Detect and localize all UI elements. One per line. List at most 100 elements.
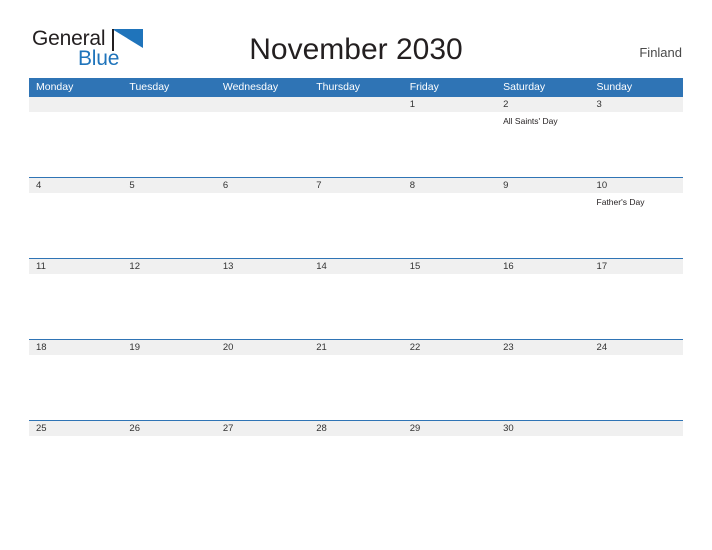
day-events-cell xyxy=(590,436,683,500)
calendar-week-row: 11 12 13 14 15 16 17 xyxy=(29,258,683,339)
day-header-wednesday: Wednesday xyxy=(222,81,279,93)
date-cell[interactable]: 12 xyxy=(122,259,215,274)
date-cell[interactable]: 10 xyxy=(590,178,683,193)
calendar-weeks: 1 2 3 All Saints' Day 4 5 6 7 8 9 10 Father's Day 11… xyxy=(29,96,683,501)
day-events-cell[interactable] xyxy=(216,436,309,500)
date-cell-empty xyxy=(309,97,402,112)
week-event-band xyxy=(29,436,683,500)
day-header-friday: Friday xyxy=(409,81,439,93)
day-events-cell xyxy=(29,112,122,176)
date-cell[interactable]: 7 xyxy=(309,178,402,193)
week-date-band: 18 19 20 21 22 23 24 xyxy=(29,339,683,355)
calendar-week-row: 4 5 6 7 8 9 10 Father's Day xyxy=(29,177,683,258)
day-events-cell[interactable] xyxy=(309,436,402,500)
day-events-cell[interactable]: All Saints' Day xyxy=(496,112,589,176)
date-cell[interactable]: 21 xyxy=(309,340,402,355)
calendar-week-row: 1 2 3 All Saints' Day xyxy=(29,96,683,177)
day-events-cell[interactable] xyxy=(496,436,589,500)
page-header: General Blue November 2030 Finland xyxy=(0,0,712,76)
date-cell-empty xyxy=(216,97,309,112)
date-cell[interactable]: 1 xyxy=(403,97,496,112)
date-cell[interactable]: 14 xyxy=(309,259,402,274)
week-event-band xyxy=(29,274,683,338)
date-cell[interactable]: 2 xyxy=(496,97,589,112)
date-cell[interactable]: 6 xyxy=(216,178,309,193)
day-header-thursday: Thursday xyxy=(316,81,361,93)
day-header-sunday: Sunday xyxy=(596,81,633,93)
day-events-cell xyxy=(122,112,215,176)
day-events-cell[interactable] xyxy=(590,112,683,176)
day-events-cell[interactable] xyxy=(496,274,589,338)
date-cell[interactable]: 18 xyxy=(29,340,122,355)
day-events-cell[interactable] xyxy=(29,193,122,257)
holiday-label: All Saints' Day xyxy=(503,116,558,126)
date-cell[interactable]: 17 xyxy=(590,259,683,274)
day-events-cell[interactable] xyxy=(29,274,122,338)
date-cell[interactable]: 15 xyxy=(403,259,496,274)
week-date-band: 11 12 13 14 15 16 17 xyxy=(29,258,683,274)
date-cell[interactable]: 23 xyxy=(496,340,589,355)
day-events-cell[interactable] xyxy=(590,355,683,419)
day-events-cell[interactable] xyxy=(29,355,122,419)
calendar-grid: Monday Tuesday Wednesday Thursday Friday Satu… xyxy=(29,78,683,501)
holiday-label: Father's Day xyxy=(596,197,645,207)
day-header-tuesday: Tuesday xyxy=(129,81,170,93)
day-events-cell[interactable] xyxy=(403,274,496,338)
date-cell[interactable]: 16 xyxy=(496,259,589,274)
date-cell[interactable]: 13 xyxy=(216,259,309,274)
day-events-cell[interactable] xyxy=(309,355,402,419)
date-cell-empty xyxy=(122,97,215,112)
day-events-cell[interactable] xyxy=(403,193,496,257)
calendar-week-row: 25 26 27 28 29 30 xyxy=(29,420,683,501)
week-event-band: All Saints' Day xyxy=(29,112,683,176)
country-label: Finland xyxy=(639,45,682,60)
week-event-band xyxy=(29,355,683,419)
date-cell[interactable]: 26 xyxy=(122,421,215,436)
date-cell[interactable]: 27 xyxy=(216,421,309,436)
day-events-cell[interactable] xyxy=(403,436,496,500)
week-date-band: 123 xyxy=(29,96,683,112)
day-events-cell[interactable] xyxy=(590,274,683,338)
day-events-cell[interactable] xyxy=(403,355,496,419)
date-cell[interactable]: 29 xyxy=(403,421,496,436)
day-events-cell xyxy=(216,112,309,176)
date-cell[interactable]: 24 xyxy=(590,340,683,355)
date-cell[interactable]: 25 xyxy=(29,421,122,436)
day-events-cell[interactable] xyxy=(216,355,309,419)
day-events-cell[interactable] xyxy=(496,355,589,419)
date-cell[interactable]: 8 xyxy=(403,178,496,193)
week-date-band: 4 5 6 7 8 9 10 xyxy=(29,177,683,193)
date-cell[interactable]: 20 xyxy=(216,340,309,355)
day-of-week-header-row: Monday Tuesday Wednesday Thursday Friday Satu… xyxy=(29,78,683,96)
date-cell[interactable]: 4 xyxy=(29,178,122,193)
day-events-cell[interactable] xyxy=(122,193,215,257)
date-cell[interactable]: 30 xyxy=(496,421,589,436)
date-cell[interactable]: 22 xyxy=(403,340,496,355)
week-event-band: Father's Day xyxy=(29,193,683,257)
date-cell-empty xyxy=(29,97,122,112)
date-cell[interactable]: 19 xyxy=(122,340,215,355)
day-events-cell[interactable]: Father's Day xyxy=(590,193,683,257)
week-date-band: 25 26 27 28 29 30 xyxy=(29,420,683,436)
date-cell[interactable]: 5 xyxy=(122,178,215,193)
date-cell-empty xyxy=(590,421,683,436)
day-events-cell[interactable] xyxy=(216,274,309,338)
date-cell[interactable]: 9 xyxy=(496,178,589,193)
date-cell[interactable]: 11 xyxy=(29,259,122,274)
day-events-cell[interactable] xyxy=(496,193,589,257)
day-header-monday: Monday xyxy=(36,81,74,93)
date-cell[interactable]: 3 xyxy=(590,97,683,112)
day-events-cell[interactable] xyxy=(403,112,496,176)
calendar-week-row: 18 19 20 21 22 23 24 xyxy=(29,339,683,420)
day-events-cell[interactable] xyxy=(309,274,402,338)
day-header-saturday: Saturday xyxy=(503,81,546,93)
day-events-cell[interactable] xyxy=(216,193,309,257)
day-events-cell xyxy=(309,112,402,176)
day-events-cell[interactable] xyxy=(122,355,215,419)
day-events-cell[interactable] xyxy=(122,436,215,500)
day-events-cell[interactable] xyxy=(309,193,402,257)
day-events-cell[interactable] xyxy=(122,274,215,338)
page-title: November 2030 xyxy=(249,33,463,66)
date-cell[interactable]: 28 xyxy=(309,421,402,436)
day-events-cell[interactable] xyxy=(29,436,122,500)
